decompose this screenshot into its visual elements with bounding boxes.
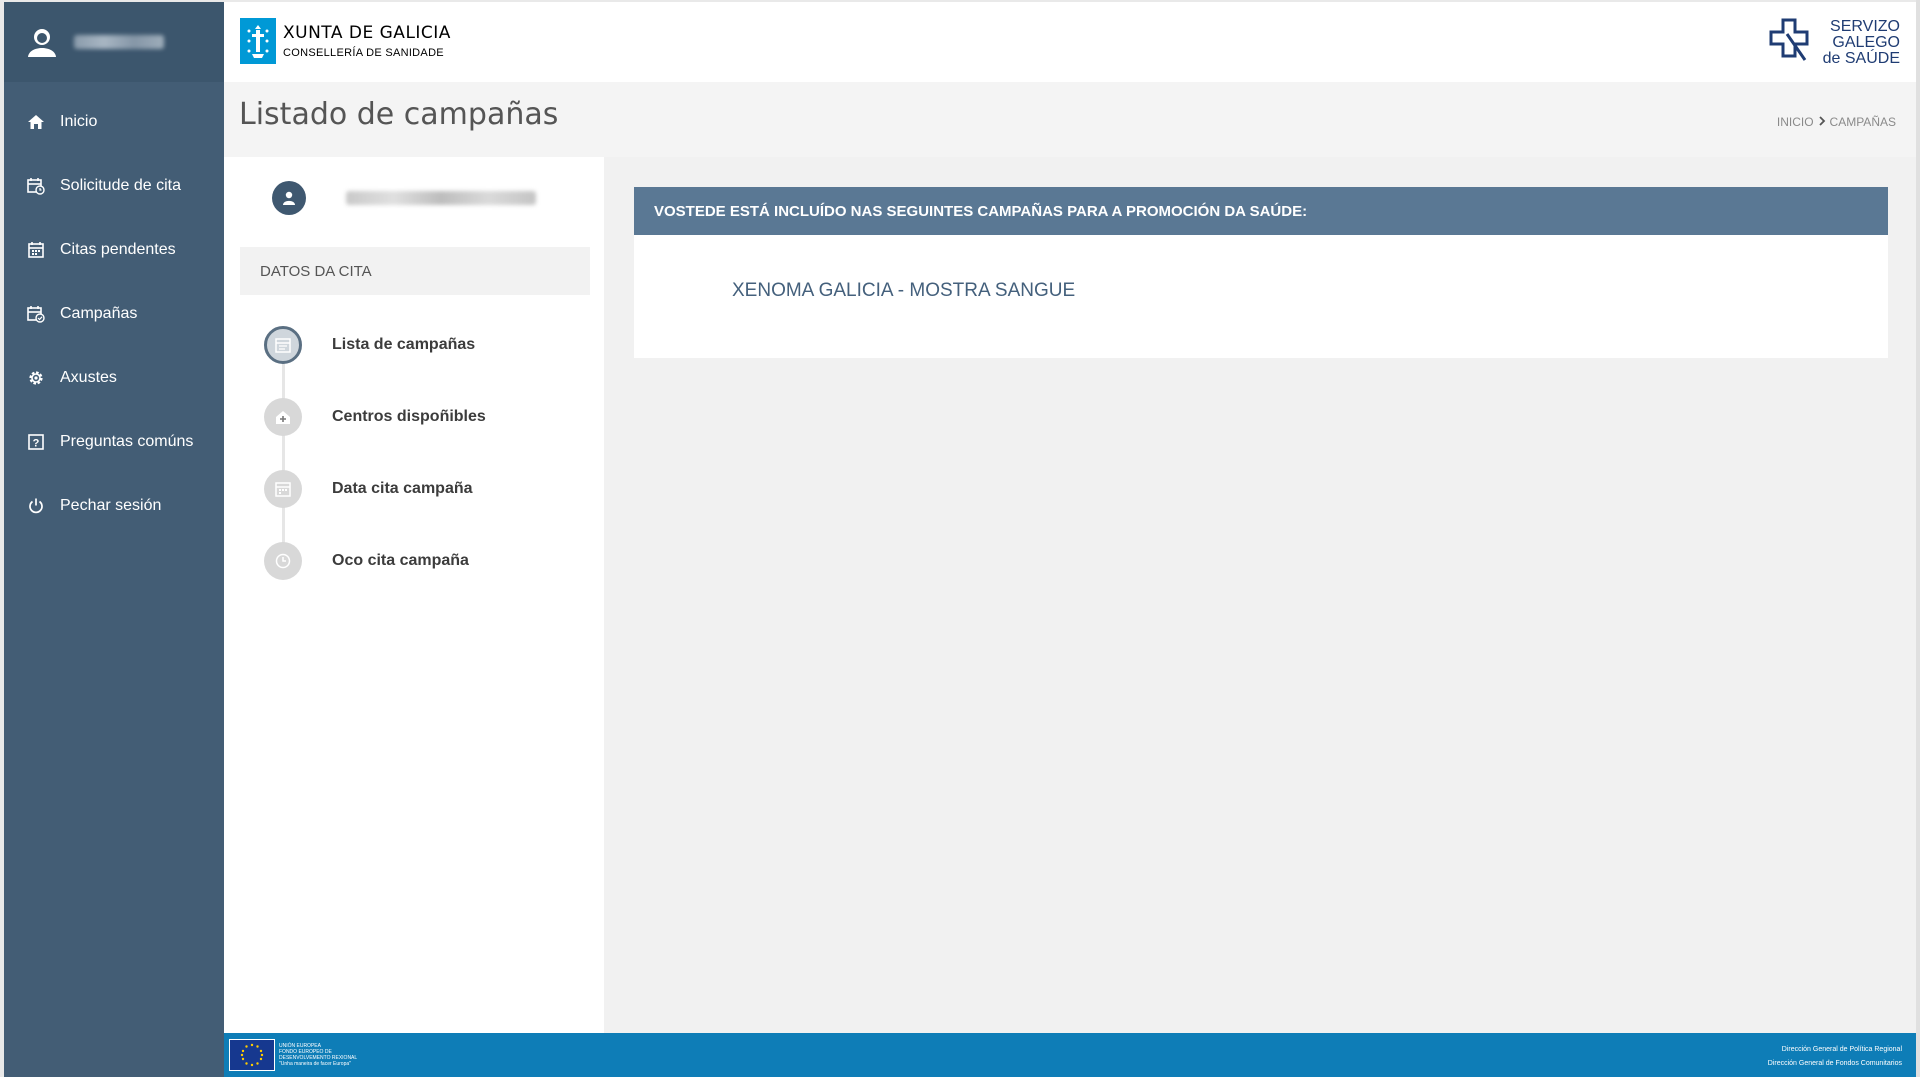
- calendar-icon: [264, 470, 302, 508]
- eu-flag-icon: [229, 1039, 275, 1071]
- step-data-cita-campana[interactable]: Data cita campaña: [264, 469, 473, 509]
- appointment-steps-panel: DATOS DA CITA Lista de campañas Centros …: [224, 157, 604, 1033]
- step-label: Oco cita campaña: [332, 552, 469, 569]
- steps-connector: [282, 345, 285, 567]
- step-label: Centros dispoñibles: [332, 408, 486, 425]
- footer-credit-1: Dirección General de Política Regional: [1781, 1046, 1902, 1053]
- step-label: Lista de campañas: [332, 336, 476, 353]
- sidebar-item-label: Citas pendentes: [60, 241, 176, 258]
- footer: UNIÓN EUROPEA FONDO EUROPEO DE DESENVOLV…: [224, 1033, 1916, 1077]
- sidebar-item-citas-pendentes[interactable]: Citas pendentes: [4, 218, 224, 282]
- sidebar-item-label: Pechar sesión: [60, 497, 162, 514]
- user-name-redacted: [74, 35, 164, 49]
- calendar-list-icon: [264, 326, 302, 364]
- step-centros-disponibles[interactable]: Centros dispoñibles: [264, 397, 486, 437]
- clock-icon: [264, 542, 302, 580]
- sidebar: Inicio Solicitude de cita Citas pendente…: [4, 2, 224, 1077]
- step-oco-cita-campana[interactable]: Oco cita campaña: [264, 541, 469, 581]
- health-center-icon: [264, 398, 302, 436]
- calendar-clock-icon: [26, 176, 46, 196]
- page-title: Listado de campañas: [239, 97, 559, 132]
- sergas-line-1: SERVIZO: [1830, 17, 1900, 35]
- user-avatar-icon: [22, 22, 62, 62]
- eu-line-3: "Unha maneira de facer Europa": [279, 1061, 351, 1067]
- footer-credit-2: Dirección General de Fondos Comunitarios: [1767, 1060, 1902, 1067]
- question-icon: ?: [26, 432, 46, 452]
- calendar-icon: [26, 240, 46, 260]
- patient-info: [272, 181, 536, 215]
- campaigns-card-header: VOSTEDE ESTÁ INCLUÍDO NAS SEGUINTES CAMP…: [634, 187, 1888, 235]
- sidebar-user-block[interactable]: [4, 2, 224, 82]
- step-lista-de-campanas[interactable]: Lista de campañas: [264, 325, 475, 365]
- sergas-logo[interactable]: SERVIZO GALEGO de SAÚDE: [1767, 16, 1900, 69]
- patient-name-redacted: [346, 191, 536, 205]
- xunta-title: XUNTA DE GALICIA: [283, 23, 451, 43]
- svg-text:?: ?: [33, 438, 40, 450]
- chevron-right-icon: [1818, 114, 1826, 129]
- main-content: VOSTEDE ESTÁ INCLUÍDO NAS SEGUINTES CAMP…: [604, 157, 1916, 1033]
- home-icon: [26, 112, 46, 132]
- sidebar-item-campanas[interactable]: Campañas: [4, 282, 224, 346]
- footer-credits: Dirección General de Política Regional D…: [1768, 1043, 1902, 1071]
- breadcrumb-home-link[interactable]: INICIO: [1777, 115, 1814, 129]
- sergas-cross-icon: [1767, 16, 1815, 69]
- title-bar: Listado de campañas INICIO CAMPAÑAS: [224, 82, 1916, 157]
- gear-icon: [26, 368, 46, 388]
- breadcrumb-current: CAMPAÑAS: [1829, 114, 1896, 129]
- sidebar-item-label: Axustes: [60, 369, 117, 386]
- sergas-line-2: GALEGO: [1832, 33, 1900, 51]
- sidebar-item-label: Preguntas comúns: [60, 433, 194, 450]
- section-title: DATOS DA CITA: [240, 247, 590, 295]
- sidebar-item-label: Campañas: [60, 305, 138, 322]
- user-icon: [272, 181, 306, 215]
- campaign-link[interactable]: XENOMA GALICIA - MOSTRA SANGUE: [732, 280, 1075, 302]
- sidebar-nav: Inicio Solicitude de cita Citas pendente…: [4, 82, 224, 538]
- breadcrumb: INICIO CAMPAÑAS: [1777, 114, 1896, 129]
- campaigns-card: VOSTEDE ESTÁ INCLUÍDO NAS SEGUINTES CAMP…: [634, 187, 1888, 358]
- sidebar-item-preguntas-comuns[interactable]: ? Preguntas comúns: [4, 410, 224, 474]
- sidebar-item-label: Solicitude de cita: [60, 177, 181, 194]
- calendar-check-icon: [26, 304, 46, 324]
- top-header: XUNTA DE GALICIA CONSELLERÍA DE SANIDADE…: [224, 2, 1916, 82]
- window-edge: [1916, 0, 1920, 1077]
- xunta-emblem-icon: [240, 18, 276, 64]
- sidebar-item-axustes[interactable]: Axustes: [4, 346, 224, 410]
- sidebar-item-pechar-sesion[interactable]: Pechar sesión: [4, 474, 224, 538]
- eu-line-2: FONDO EUROPEO DE DESENVOLVEMENTO REXIONA…: [279, 1049, 358, 1061]
- power-icon: [26, 496, 46, 516]
- eu-funding-logo: UNIÓN EUROPEA FONDO EUROPEO DE DESENVOLV…: [229, 1039, 359, 1071]
- sidebar-item-inicio[interactable]: Inicio: [4, 90, 224, 154]
- sergas-line-3: de SAÚDE: [1822, 49, 1900, 67]
- xunta-logo[interactable]: XUNTA DE GALICIA CONSELLERÍA DE SANIDADE: [240, 18, 451, 64]
- step-label: Data cita campaña: [332, 480, 473, 497]
- xunta-subtitle: CONSELLERÍA DE SANIDADE: [283, 47, 444, 59]
- sidebar-item-solicitude-de-cita[interactable]: Solicitude de cita: [4, 154, 224, 218]
- sidebar-item-label: Inicio: [60, 113, 98, 130]
